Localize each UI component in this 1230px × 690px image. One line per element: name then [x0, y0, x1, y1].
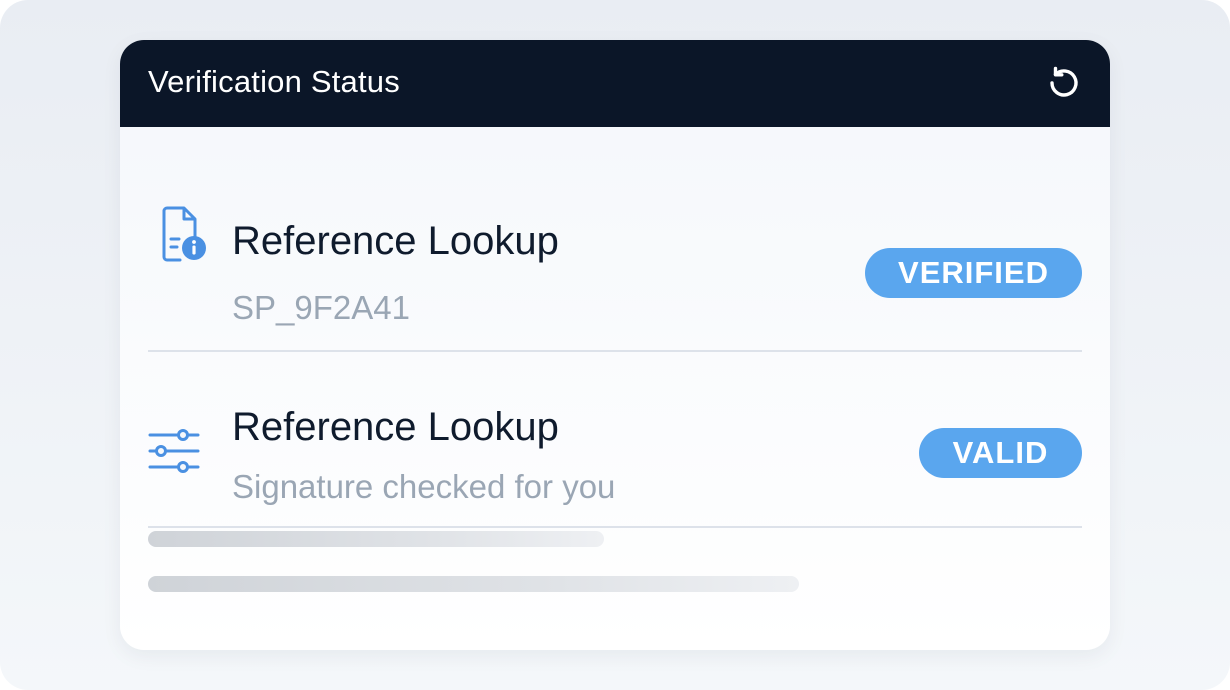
skeleton-line [148, 576, 799, 592]
card-header: Verification Status [120, 40, 1110, 127]
refresh-icon[interactable] [1046, 65, 1082, 101]
item-subtitle: Signature checked for you [232, 468, 616, 505]
verified-badge: VERIFIED [865, 248, 1082, 298]
list-item[interactable]: Reference Lookup Signature checked for y… [120, 351, 1110, 527]
document-info-icon [160, 205, 206, 268]
row-divider [148, 526, 1082, 528]
valid-badge: VALID [919, 428, 1082, 478]
sliders-icon [148, 429, 200, 484]
page-background: Verification Status Reference Lookup SP_… [0, 0, 1230, 690]
list-item[interactable]: Reference Lookup SP_9F2A41 VERIFIED [120, 127, 1110, 351]
item-subtitle: SP_9F2A41 [232, 289, 410, 326]
card-title: Verification Status [148, 64, 400, 99]
item-title: Reference Lookup [232, 405, 559, 449]
item-title: Reference Lookup [232, 219, 559, 263]
skeleton-line [148, 531, 604, 547]
verification-status-card: Verification Status Reference Lookup SP_… [120, 40, 1110, 650]
